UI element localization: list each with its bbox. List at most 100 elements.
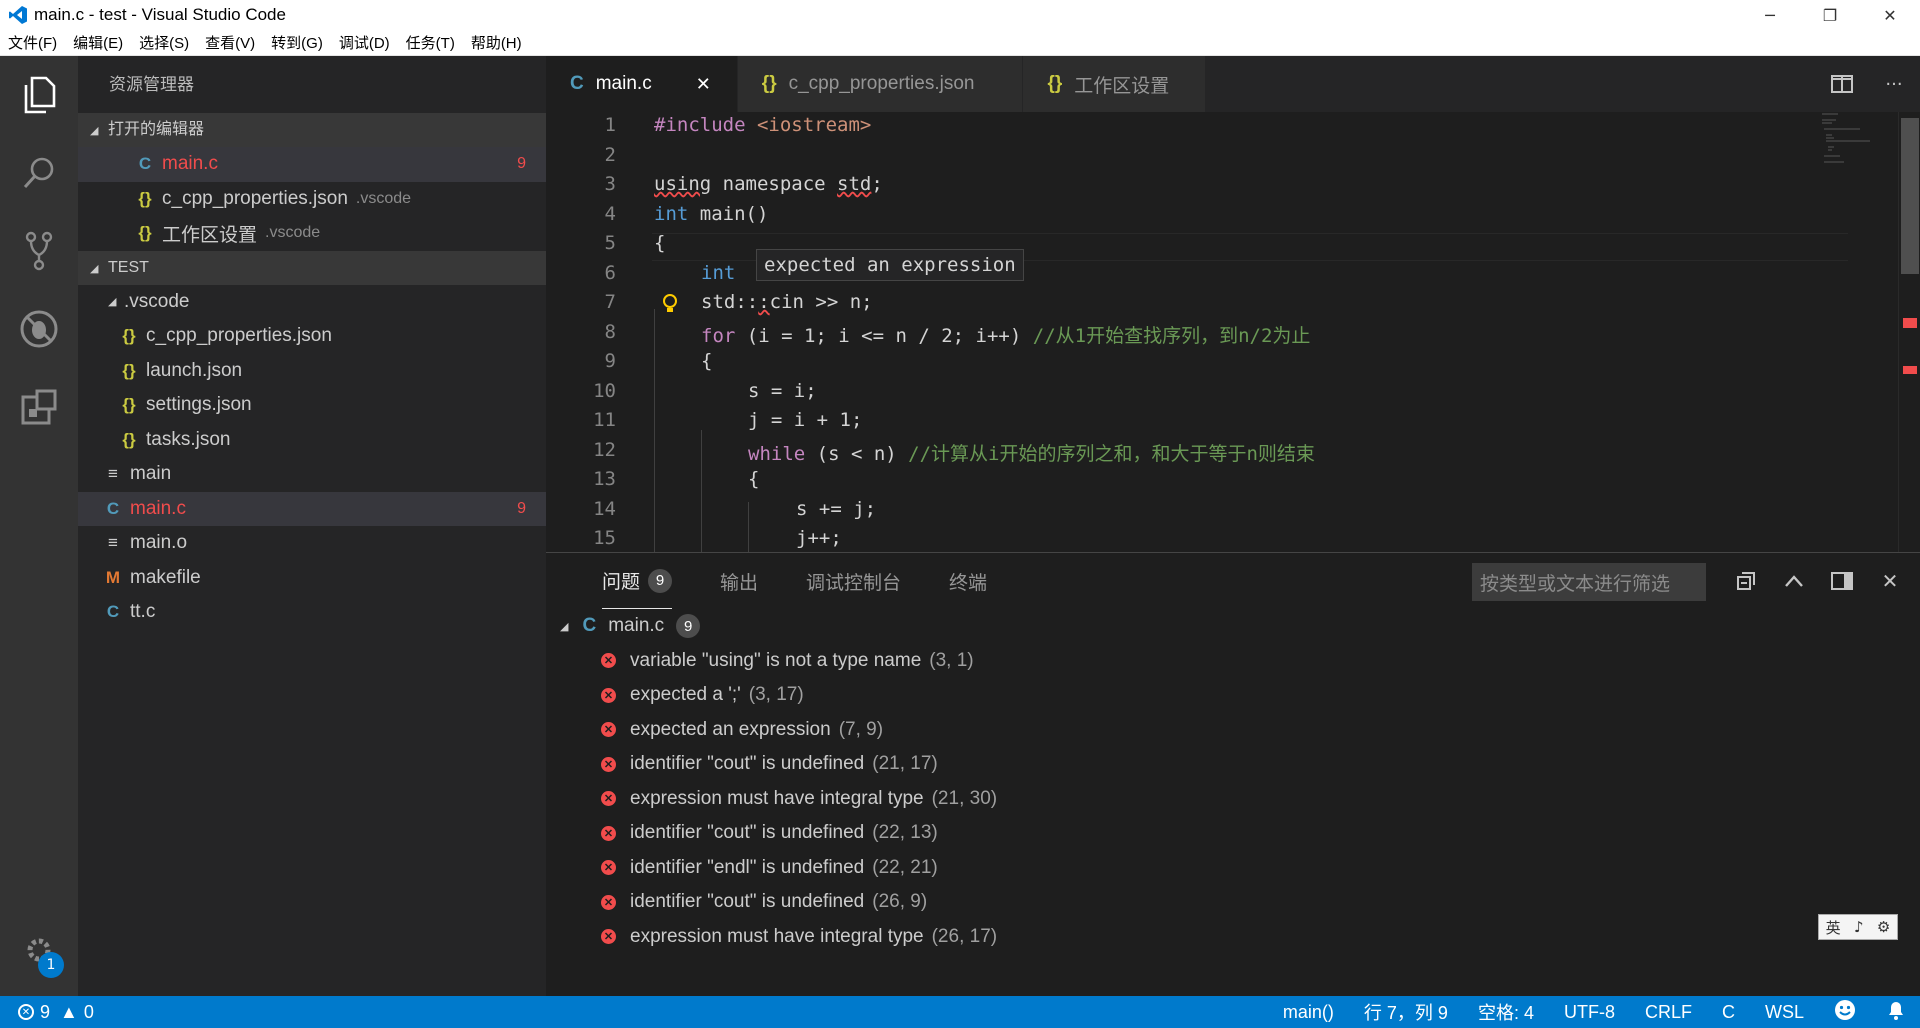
close-tab-icon[interactable]: ✕: [696, 74, 711, 95]
lightbulb-icon[interactable]: [662, 293, 678, 320]
line-number: 2: [604, 144, 616, 166]
open-editor-name: 工作区设置: [162, 224, 258, 246]
menu-help[interactable]: 帮助(H): [463, 32, 530, 53]
problems-summary[interactable]: ✕ 9 ▲ 0: [0, 1002, 94, 1023]
menu-view[interactable]: 查看(V): [197, 32, 263, 53]
collapse-all-icon[interactable]: [1722, 572, 1770, 590]
file-item[interactable]: {} tasks.json: [78, 423, 546, 458]
extensions-icon[interactable]: [0, 368, 78, 446]
ime-language-toggle[interactable]: 英: [1826, 917, 1841, 938]
problem-item[interactable]: ✕ identifier "cout" is undefined (22, 13): [546, 816, 1920, 851]
notification-bell-icon[interactable]: [1886, 999, 1906, 1026]
code-line: using namespace std;: [654, 173, 883, 195]
tab-workspace-settings[interactable]: {} 工作区设置: [1023, 56, 1207, 112]
status-language[interactable]: C: [1722, 1002, 1735, 1023]
file-item[interactable]: M makefile: [78, 561, 546, 596]
json-file-icon: {}: [122, 395, 136, 415]
file-item[interactable]: C main.c 9: [78, 491, 546, 526]
status-function[interactable]: main(): [1283, 1002, 1334, 1023]
code-token: main(): [688, 203, 769, 225]
search-icon[interactable]: [0, 134, 78, 212]
json-file-icon: {}: [138, 223, 152, 243]
menu-goto[interactable]: 转到(G): [263, 32, 331, 53]
close-window-button[interactable]: ✕: [1860, 0, 1920, 30]
warning-count: 0: [83, 1001, 94, 1022]
file-item[interactable]: C tt.c: [78, 595, 546, 630]
problem-item[interactable]: ✕ identifier "cout" is undefined (26, 9): [546, 885, 1920, 920]
panel-position-icon[interactable]: [1818, 572, 1866, 590]
ime-moon-icon[interactable]: ♪: [1854, 918, 1864, 936]
problems-count-badge: 9: [648, 568, 673, 593]
lines-file-icon: ≡: [108, 464, 118, 484]
smiley-feedback-icon[interactable]: [1834, 999, 1856, 1026]
problem-item[interactable]: ✕ expected a ';' (3, 17): [546, 678, 1920, 713]
code-token: for: [701, 325, 736, 347]
problem-item[interactable]: ✕ expression must have integral type (26, …: [546, 920, 1920, 955]
tab-main-c[interactable]: C main.c ✕: [546, 56, 738, 112]
code-line: int: [701, 262, 735, 284]
code-line: j = i + 1;: [748, 409, 863, 431]
tab-c-cpp-properties[interactable]: {} c_cpp_properties.json: [737, 56, 1024, 112]
folder-item[interactable]: ◢ .vscode: [78, 285, 546, 320]
project-header[interactable]: ◢ TEST: [78, 250, 546, 285]
status-cursor-position[interactable]: 行 7，列 9: [1364, 999, 1448, 1025]
ime-settings-icon[interactable]: ⚙: [1877, 918, 1890, 936]
close-panel-icon[interactable]: ✕: [1866, 569, 1914, 593]
json-file-icon: {}: [122, 326, 136, 346]
file-item[interactable]: {} c_cpp_properties.json: [78, 319, 546, 354]
problem-item[interactable]: ✕ identifier "endl" is undefined (22, 21): [546, 851, 1920, 886]
tab-output[interactable]: 输出: [720, 553, 758, 609]
status-encoding[interactable]: UTF-8: [1564, 1002, 1615, 1023]
menu-selection[interactable]: 选择(S): [131, 32, 197, 53]
hover-tooltip: expected an expression: [756, 249, 1024, 281]
menu-file[interactable]: 文件(F): [0, 32, 65, 53]
code-editor[interactable]: 1 2 3 4 5 6 7 8 9 10 11 12 13 14 15 #inc…: [546, 112, 1920, 552]
open-editor-item[interactable]: C main.c 9: [78, 147, 546, 182]
open-editor-item[interactable]: {} 工作区设置 .vscode: [78, 216, 546, 251]
project-label: TEST: [108, 258, 149, 276]
menu-tasks[interactable]: 任务(T): [398, 32, 463, 53]
editor-scrollbar[interactable]: [1898, 112, 1920, 552]
tab-label: main.c: [595, 73, 652, 94]
file-item[interactable]: {} settings.json: [78, 388, 546, 423]
filter-input[interactable]: 按类型或文本进行筛选: [1472, 563, 1706, 601]
problem-item[interactable]: ✕ identifier "cout" is undefined (21, 17): [546, 747, 1920, 782]
explorer-icon[interactable]: [0, 56, 78, 134]
sidebar-title: 资源管理器: [109, 75, 194, 94]
menu-edit[interactable]: 编辑(E): [65, 32, 131, 53]
status-indentation[interactable]: 空格: 4: [1478, 999, 1534, 1025]
file-item[interactable]: {} launch.json: [78, 354, 546, 389]
code-comment: //计算从i开始的序列之和，和大于等于n则结束: [908, 443, 1315, 465]
indent-guide: [748, 502, 749, 552]
code-token: namespace: [711, 173, 838, 195]
problem-location: (3, 17): [748, 684, 804, 706]
scrollbar-thumb[interactable]: [1901, 118, 1919, 274]
problem-message: expected a ';': [630, 684, 741, 706]
file-item[interactable]: ≡ main.o: [78, 526, 546, 561]
tab-debug-console[interactable]: 调试控制台: [806, 553, 901, 609]
restore-button[interactable]: ❐: [1800, 0, 1860, 30]
file-item[interactable]: ≡ main: [78, 457, 546, 492]
status-eol[interactable]: CRLF: [1645, 1002, 1692, 1023]
tab-problems[interactable]: 问题 9: [602, 553, 673, 609]
problem-item[interactable]: ✕ expression must have integral type (21, …: [546, 782, 1920, 817]
ime-toolbar[interactable]: 英 ♪ ⚙: [1818, 914, 1898, 940]
source-control-icon[interactable]: [0, 212, 78, 290]
problem-location: (26, 9): [872, 891, 928, 913]
tab-terminal[interactable]: 终端: [949, 553, 987, 609]
tab-label: 工作区设置: [1074, 75, 1170, 97]
problems-file-group[interactable]: ◢ C main.c 9: [546, 609, 1920, 644]
problem-item[interactable]: ✕ variable "using" is not a type name (3, …: [546, 644, 1920, 679]
problem-item[interactable]: ✕ expected an expression (7, 9): [546, 713, 1920, 748]
minimap[interactable]: [1820, 112, 1880, 172]
maximize-panel-icon[interactable]: [1770, 574, 1818, 588]
open-editors-header[interactable]: ◢ 打开的编辑器: [78, 113, 546, 147]
more-actions-icon[interactable]: ···: [1868, 74, 1920, 95]
menu-debug[interactable]: 调试(D): [331, 32, 398, 53]
open-editor-item[interactable]: {} c_cpp_properties.json .vscode: [78, 182, 546, 217]
code-token: (i = 1; i <= n / 2; i++): [735, 325, 1033, 347]
status-platform[interactable]: WSL: [1765, 1002, 1804, 1023]
split-editor-icon[interactable]: [1816, 75, 1868, 93]
minimize-button[interactable]: ─: [1740, 0, 1800, 30]
debug-icon[interactable]: [0, 290, 78, 368]
